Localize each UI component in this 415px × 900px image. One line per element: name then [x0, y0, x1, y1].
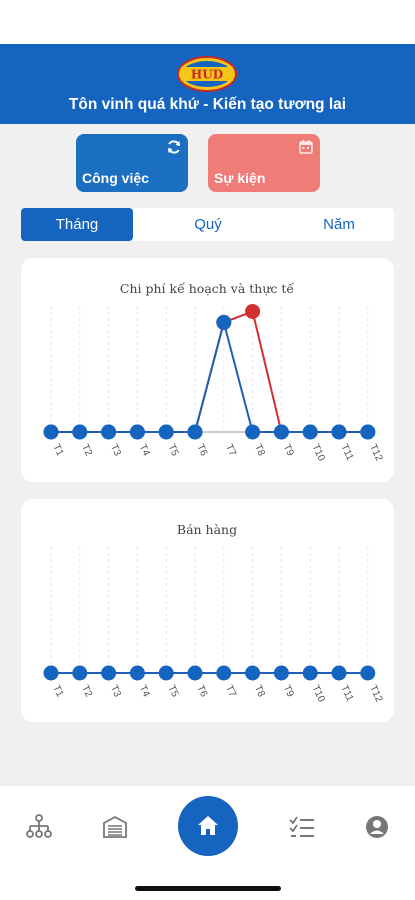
data-point	[360, 424, 376, 440]
tick-label: T3	[108, 684, 123, 700]
status-bar	[0, 0, 415, 44]
tick-label: T2	[79, 684, 94, 700]
tick-label: T4	[137, 443, 152, 459]
org-chart-icon[interactable]	[24, 812, 54, 842]
data-point	[360, 665, 376, 681]
sales-chart-card: Bán hàng T1 T2 T3 T4 T5 T6 T7 T8 T9 T10 T11 T12	[21, 499, 394, 722]
data-point	[216, 314, 232, 330]
data-point	[43, 665, 59, 681]
app-header: HUD Tôn vinh quá khứ - Kiến tạo tương la…	[0, 44, 415, 124]
cost-chart: Chi phí kế hoạch và thực tế T1 T2 T3 T4 T5 T6 T…	[43, 281, 385, 464]
tick-label: T11	[338, 684, 355, 704]
tick-label: T1	[50, 443, 65, 459]
tick-label: T11	[338, 443, 355, 463]
warehouse-icon[interactable]	[100, 812, 130, 842]
series-line	[51, 318, 368, 433]
bottom-navigation	[0, 786, 415, 900]
data-point	[43, 424, 59, 440]
tick-label: T7	[223, 443, 238, 459]
data-point	[187, 665, 203, 681]
data-point	[129, 424, 145, 440]
data-point	[302, 665, 318, 681]
work-tile-label: Công việc	[82, 170, 149, 186]
tick-label: T1	[50, 684, 65, 700]
work-tile[interactable]: Công việc	[76, 134, 188, 192]
account-icon[interactable]	[362, 812, 392, 842]
tick-label: T3	[108, 443, 123, 459]
data-point	[158, 665, 174, 681]
data-point	[331, 665, 347, 681]
tick-label: T10	[309, 443, 326, 464]
event-tile-label: Sự kiện	[214, 170, 266, 186]
data-point	[72, 665, 88, 681]
tab-year[interactable]: Năm	[284, 208, 394, 241]
series-line	[51, 310, 368, 433]
tick-label: T12	[367, 684, 384, 705]
tick-label: T4	[137, 684, 152, 700]
data-point	[245, 665, 261, 681]
tick-label: T7	[223, 684, 238, 700]
cost-chart-card: Chi phí kế hoạch và thực tế T1 T2 T3 T4 T5 T6 T…	[21, 258, 394, 482]
app-title: Tôn vinh quá khứ - Kiến tạo tương lai	[68, 96, 347, 113]
data-point	[302, 424, 318, 440]
data-point	[273, 665, 289, 681]
chart-title: Chi phí kế hoạch và thực tế	[120, 281, 295, 296]
hud-logo: HUD	[177, 56, 237, 92]
data-point	[158, 424, 174, 440]
data-point	[216, 665, 232, 681]
tick-label: T8	[252, 443, 267, 459]
data-point	[101, 665, 117, 681]
tick-label: T9	[281, 684, 296, 700]
data-point	[129, 665, 145, 681]
tick-label: T8	[252, 684, 267, 700]
svg-text:HUD: HUD	[191, 68, 223, 82]
tick-label: T2	[79, 443, 94, 459]
data-point	[273, 424, 289, 440]
data-point	[101, 424, 117, 440]
calendar-icon	[299, 140, 313, 154]
home-indicator	[135, 886, 281, 891]
data-point	[72, 424, 88, 440]
checklist-icon[interactable]	[287, 812, 317, 842]
data-point	[245, 303, 261, 319]
data-point	[245, 424, 261, 440]
data-point	[331, 424, 347, 440]
tick-label: T5	[165, 443, 180, 459]
event-tile[interactable]: Sự kiện	[208, 134, 320, 192]
tick-label: T10	[309, 684, 326, 705]
tick-label: T12	[367, 443, 384, 464]
period-segmented-control: Tháng Quý Năm	[21, 208, 394, 241]
tab-quarter[interactable]: Quý	[158, 208, 258, 241]
chart-title: Bán hàng	[177, 522, 237, 537]
data-point	[187, 424, 203, 440]
sales-chart: Bán hàng T1 T2 T3 T4 T5 T6 T7 T8 T9 T10 T11 T12	[43, 522, 385, 705]
home-icon	[198, 816, 218, 835]
home-button[interactable]	[178, 796, 238, 856]
tick-label: T6	[194, 443, 209, 459]
tick-label: T5	[165, 684, 180, 700]
tab-month[interactable]: Tháng	[21, 208, 133, 241]
tick-label: T6	[194, 684, 209, 700]
tick-label: T9	[281, 443, 296, 459]
refresh-icon	[168, 140, 180, 154]
